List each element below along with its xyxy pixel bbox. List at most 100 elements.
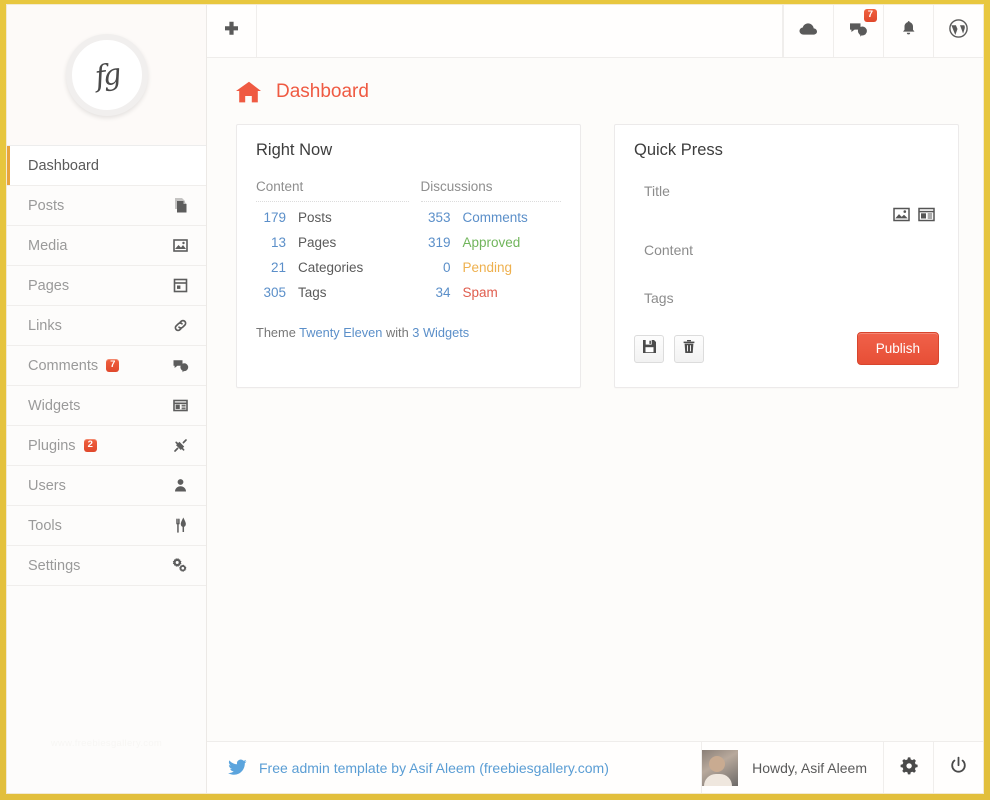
page-title-text: Dashboard bbox=[276, 81, 369, 102]
quick-press-title-input[interactable]: Title bbox=[634, 179, 939, 199]
sidebar-item-media[interactable]: Media bbox=[7, 226, 206, 266]
main-area: 7 Dashboard Right Now Content 179 Posts … bbox=[207, 5, 983, 793]
save-draft-button[interactable] bbox=[634, 334, 664, 363]
row-label: Categories bbox=[298, 260, 364, 275]
add-new-button[interactable] bbox=[207, 5, 257, 57]
home-icon bbox=[236, 80, 262, 104]
content-area: Dashboard Right Now Content 179 Posts 13… bbox=[207, 58, 983, 741]
plugins-icon bbox=[170, 436, 190, 456]
quick-press-panel: Quick Press Title Content Tags Publish bbox=[614, 124, 959, 388]
wordpress-icon bbox=[948, 18, 969, 44]
sidebar-item-links[interactable]: Links bbox=[7, 306, 206, 346]
row-label: Posts bbox=[298, 210, 332, 225]
row-count: 353 bbox=[427, 210, 451, 225]
insert-media-icon[interactable] bbox=[918, 207, 935, 222]
row-count: 0 bbox=[442, 260, 451, 275]
comments-icon bbox=[170, 356, 190, 376]
theme-mid: with bbox=[385, 325, 409, 340]
signature-logo-icon: fg bbox=[92, 56, 121, 94]
power-icon bbox=[949, 756, 968, 780]
quick-press-actions: Publish bbox=[634, 332, 939, 365]
insert-image-icon[interactable] bbox=[893, 207, 910, 222]
sidebar-item-label: Pages bbox=[28, 277, 70, 294]
table-row[interactable]: 179 Posts bbox=[256, 205, 409, 230]
row-label: Approved bbox=[462, 235, 521, 250]
sidebar-item-label: Posts bbox=[28, 197, 65, 214]
sidebar-item-label: Media bbox=[28, 237, 68, 254]
sidebar-item-dashboard[interactable]: Dashboard bbox=[7, 146, 206, 186]
widgets-icon bbox=[170, 396, 190, 416]
theme-name-link[interactable]: Twenty Eleven bbox=[299, 325, 382, 340]
sidebar-item-plugins[interactable]: Plugins 2 bbox=[7, 426, 206, 466]
sidebar-empty-space bbox=[7, 586, 206, 793]
theme-summary: Theme Twenty Eleven with 3 Widgets bbox=[256, 325, 561, 340]
topbar: 7 bbox=[207, 5, 983, 58]
sidebar-watermark: www.freebiesgallery.com bbox=[50, 738, 163, 749]
quick-press-tags-input[interactable]: Tags bbox=[634, 286, 939, 306]
sidebar-item-label: Dashboard bbox=[28, 157, 99, 174]
topbar-actions: 7 bbox=[783, 5, 983, 57]
right-now-panel: Right Now Content 179 Posts 13 Pages 21 … bbox=[236, 124, 581, 388]
dashboard-panels: Right Now Content 179 Posts 13 Pages 21 … bbox=[227, 124, 963, 388]
table-row[interactable]: 0 Pending bbox=[421, 255, 562, 280]
row-count: 34 bbox=[435, 285, 451, 300]
sidebar-badge-comments: 7 bbox=[106, 358, 120, 373]
sidebar-item-tools[interactable]: Tools bbox=[7, 506, 206, 546]
sidebar-item-posts[interactable]: Posts bbox=[7, 186, 206, 226]
sidebar-item-label: Settings bbox=[28, 557, 81, 574]
settings-button[interactable] bbox=[883, 742, 933, 793]
footer-credit-link[interactable]: Free admin template by Asif Aleem (freeb… bbox=[259, 760, 609, 776]
sidebar-item-settings[interactable]: Settings bbox=[7, 546, 206, 586]
sidebar-item-comments[interactable]: Comments 7 bbox=[7, 346, 206, 386]
wordpress-button[interactable] bbox=[933, 5, 983, 57]
footer-credit: Free admin template by Asif Aleem (freeb… bbox=[207, 742, 701, 793]
right-now-content-column: Content 179 Posts 13 Pages 21 Categories… bbox=[256, 179, 409, 305]
topbar-spacer bbox=[257, 5, 783, 57]
settings-icon bbox=[170, 556, 190, 576]
brand-logo[interactable]: fg bbox=[7, 5, 206, 146]
media-icon bbox=[170, 236, 190, 256]
admin-window: fg Dashboard Posts Media Pages Links Com… bbox=[6, 4, 984, 794]
row-label: Tags bbox=[298, 285, 327, 300]
logout-button[interactable] bbox=[933, 742, 983, 793]
delete-draft-button[interactable] bbox=[674, 334, 704, 363]
quick-press-title: Quick Press bbox=[634, 141, 723, 159]
table-row[interactable]: 34 Spam bbox=[421, 280, 562, 305]
gear-icon bbox=[899, 756, 918, 780]
quick-press-content-input[interactable]: Content bbox=[634, 238, 939, 258]
sidebar-item-label: Comments bbox=[28, 357, 99, 374]
comments-button[interactable]: 7 bbox=[833, 5, 883, 57]
sidebar-item-widgets[interactable]: Widgets bbox=[7, 386, 206, 426]
page-title: Dashboard bbox=[227, 58, 963, 124]
links-icon bbox=[170, 316, 190, 336]
footer-user[interactable]: Howdy, Asif Aleem bbox=[701, 742, 883, 793]
table-row[interactable]: 21 Categories bbox=[256, 255, 409, 280]
notifications-button[interactable] bbox=[883, 5, 933, 57]
table-row[interactable]: 305 Tags bbox=[256, 280, 409, 305]
content-column-header: Content bbox=[256, 179, 409, 202]
twitter-bird-icon[interactable] bbox=[228, 759, 248, 776]
trash-icon bbox=[682, 339, 696, 359]
theme-widgets-link[interactable]: 3 Widgets bbox=[412, 325, 469, 340]
table-row[interactable]: 13 Pages bbox=[256, 230, 409, 255]
discussions-column-header: Discussions bbox=[420, 179, 561, 202]
sidebar: fg Dashboard Posts Media Pages Links Com… bbox=[7, 5, 207, 793]
table-row[interactable]: 319 Approved bbox=[421, 230, 562, 255]
tools-icon bbox=[170, 516, 190, 536]
avatar bbox=[702, 749, 739, 786]
plus-icon bbox=[223, 20, 240, 42]
sidebar-item-label: Links bbox=[28, 317, 62, 334]
logo-ring: fg bbox=[65, 34, 148, 116]
publish-button[interactable]: Publish bbox=[856, 332, 939, 365]
table-row[interactable]: 353 Comments bbox=[421, 205, 562, 230]
posts-icon bbox=[170, 196, 190, 216]
sidebar-item-users[interactable]: Users bbox=[7, 466, 206, 506]
users-icon bbox=[170, 476, 190, 496]
save-draft-icon bbox=[642, 339, 657, 359]
row-count: 13 bbox=[270, 235, 286, 250]
sidebar-item-label: Plugins bbox=[28, 437, 76, 454]
cloud-button[interactable] bbox=[783, 5, 833, 57]
comments-icon bbox=[848, 20, 870, 43]
sidebar-item-pages[interactable]: Pages bbox=[7, 266, 206, 306]
sidebar-item-label: Users bbox=[28, 477, 66, 494]
